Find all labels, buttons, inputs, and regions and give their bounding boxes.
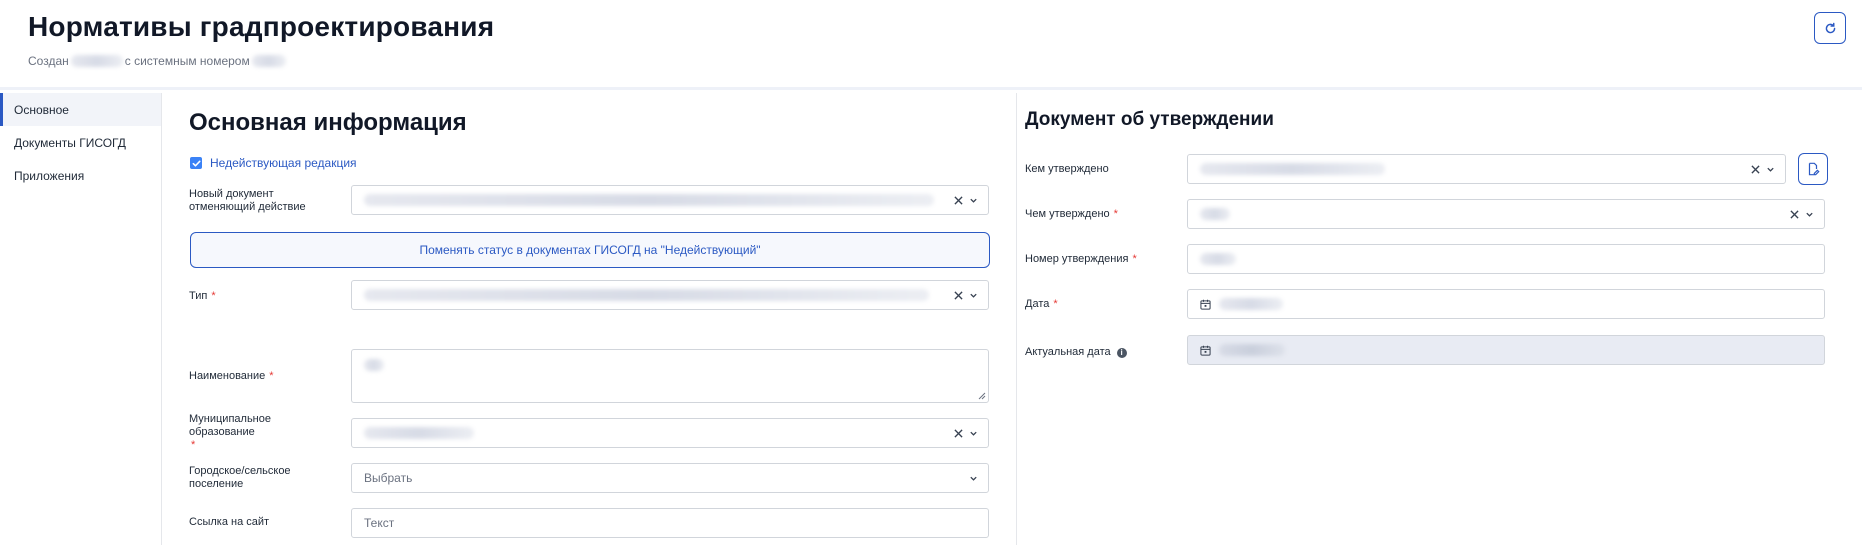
date-input[interactable] [1187, 289, 1825, 319]
required-marker: * [211, 290, 216, 302]
inactive-edition-checkbox[interactable]: Недействующая редакция [190, 156, 357, 170]
clear-icon[interactable] [954, 290, 963, 300]
name-value-redacted [364, 359, 384, 371]
municipality-label-text: Муниципальное образование [189, 413, 271, 438]
section-title: Документ об утверждении [1025, 109, 1274, 130]
chevron-down-icon[interactable] [1805, 210, 1814, 219]
sidebar-item-attachments[interactable]: Приложения [0, 159, 161, 192]
chevron-down-icon[interactable] [969, 291, 978, 300]
selected-value-redacted [1200, 208, 1230, 220]
chevron-down-icon[interactable] [969, 474, 978, 483]
document-edit-icon [1808, 162, 1820, 176]
created-prefix: Создан [28, 54, 69, 68]
section-title: Основная информация [189, 109, 467, 136]
resize-handle-icon[interactable] [978, 392, 986, 400]
date-value-redacted [1219, 298, 1283, 310]
date-label: Дата * [1025, 298, 1058, 311]
calendar-icon [1200, 345, 1211, 356]
main-info-section: Основная информация Недействующая редакц… [163, 93, 1017, 545]
clear-icon[interactable] [1790, 209, 1799, 219]
refresh-icon [1825, 22, 1835, 33]
page-header: Нормативы градпроектирования Создан с си… [0, 0, 1862, 90]
new-doc-label: Новый документ отменяющий действие [189, 188, 306, 213]
municipality-label: Муниципальное образование * [189, 413, 329, 452]
calendar-icon[interactable] [1200, 299, 1211, 310]
name-textarea[interactable] [351, 349, 989, 403]
selected-value-redacted [1200, 163, 1385, 175]
checkbox-label: Недействующая редакция [210, 156, 357, 170]
edit-document-button[interactable] [1798, 153, 1828, 185]
clear-icon[interactable] [954, 195, 963, 205]
type-select[interactable] [351, 280, 989, 310]
sidebar-item-label: Документы ГИСОГД [14, 135, 126, 150]
chevron-down-icon[interactable] [969, 429, 978, 438]
created-middle: с системным номером [124, 54, 250, 68]
approval-number-label-text: Номер утверждения [1025, 253, 1129, 265]
new-doc-select[interactable] [351, 185, 989, 215]
approved-with-select[interactable] [1187, 199, 1825, 229]
sidebar-item-label: Приложения [14, 168, 85, 183]
required-marker: * [1132, 253, 1137, 265]
site-link-placeholder: Текст [364, 516, 395, 530]
approval-number-input[interactable] [1187, 244, 1825, 274]
sidebar: Основное Документы ГИСОГД Приложения [0, 93, 162, 545]
approval-section: Документ об утверждении Кем утверждено Ч… [1018, 93, 1862, 545]
name-label: Наименование * [189, 370, 274, 383]
required-marker: * [191, 439, 196, 451]
system-number-redacted [251, 55, 286, 67]
required-marker: * [269, 370, 274, 382]
approval-number-label: Номер утверждения * [1025, 253, 1137, 266]
selected-value-redacted [364, 427, 474, 439]
approved-by-select[interactable] [1187, 154, 1786, 184]
sidebar-item-label: Основное [14, 102, 69, 117]
actual-date-label: Актуальная дата i [1025, 346, 1127, 359]
clear-icon[interactable] [1751, 164, 1760, 174]
required-marker: * [1113, 208, 1118, 220]
page-title: Нормативы градпроектирования [28, 11, 495, 42]
site-link-input[interactable]: Текст [351, 508, 989, 538]
created-date-redacted [70, 55, 123, 67]
approval-number-redacted [1200, 253, 1236, 265]
created-info: Создан с системным номером [28, 54, 288, 68]
refresh-button[interactable] [1814, 12, 1846, 44]
sidebar-item-gisogd-docs[interactable]: Документы ГИСОГД [0, 126, 161, 159]
clear-icon[interactable] [954, 428, 963, 438]
change-status-button[interactable]: Поменять статус в документах ГИСОГД на "… [190, 232, 990, 268]
approved-with-label-text: Чем утверждено [1025, 208, 1110, 220]
actual-date-label-text: Актуальная дата [1025, 346, 1111, 358]
selected-value-redacted [364, 194, 934, 206]
settlement-placeholder: Выбрать [364, 471, 413, 485]
required-marker: * [1053, 298, 1058, 310]
actual-date-input [1187, 335, 1825, 365]
selected-value-redacted [364, 289, 929, 301]
chevron-down-icon[interactable] [969, 196, 978, 205]
approved-by-label: Кем утверждено [1025, 163, 1109, 175]
chevron-down-icon[interactable] [1766, 165, 1775, 174]
name-label-text: Наименование [189, 370, 266, 382]
settlement-select[interactable]: Выбрать [351, 463, 989, 493]
site-link-label: Ссылка на сайт [189, 516, 270, 528]
sidebar-item-main[interactable]: Основное [0, 93, 161, 126]
settlement-label: Городское/сельское поселение [189, 465, 291, 490]
date-label-text: Дата [1025, 298, 1050, 310]
type-label-text: Тип [189, 290, 208, 302]
info-icon[interactable]: i [1116, 347, 1127, 358]
approved-with-label: Чем утверждено * [1025, 208, 1118, 221]
checkbox-checked-icon [190, 157, 202, 169]
type-label: Тип * [189, 290, 216, 303]
actual-date-redacted [1219, 344, 1285, 356]
municipality-select[interactable] [351, 418, 989, 448]
